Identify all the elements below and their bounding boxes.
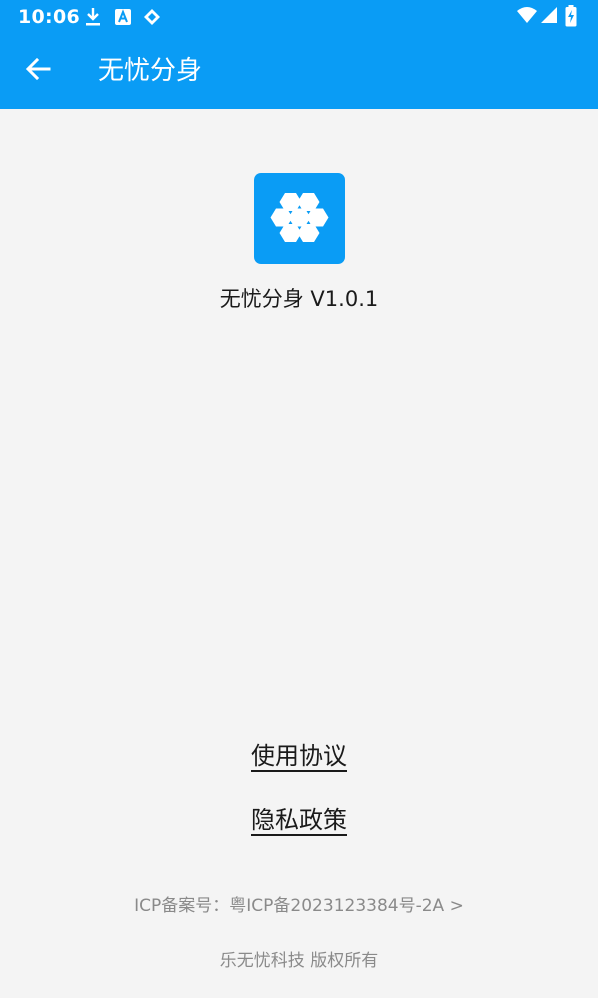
- battery-charging-icon: [565, 5, 577, 31]
- app-bar: 无忧分身: [0, 34, 598, 109]
- a-icon: [114, 7, 132, 31]
- back-button[interactable]: [14, 44, 62, 98]
- privacy-link[interactable]: 隐私政策: [0, 800, 598, 835]
- terms-link[interactable]: 使用协议: [0, 736, 598, 771]
- app-version: 无忧分身 V1.0.1: [219, 287, 379, 311]
- download-icon: [84, 7, 102, 31]
- wifi-icon: [516, 6, 538, 28]
- status-time: 10:06: [18, 6, 80, 28]
- page-title: 无忧分身: [98, 56, 203, 86]
- hexagon-cluster-icon: [254, 193, 345, 268]
- icp-link[interactable]: ICP备案号：粤ICP备2023123384号-2A >: [0, 891, 598, 916]
- signal-icon: [540, 6, 558, 28]
- header: 10:06 无忧分身: [0, 0, 598, 109]
- arrow-left-icon: [25, 57, 51, 84]
- status-bar: 10:06: [0, 0, 598, 34]
- app-logo: [254, 173, 345, 264]
- diamond-icon: [142, 7, 162, 31]
- copyright-text: 乐无忧科技 版权所有: [219, 951, 379, 971]
